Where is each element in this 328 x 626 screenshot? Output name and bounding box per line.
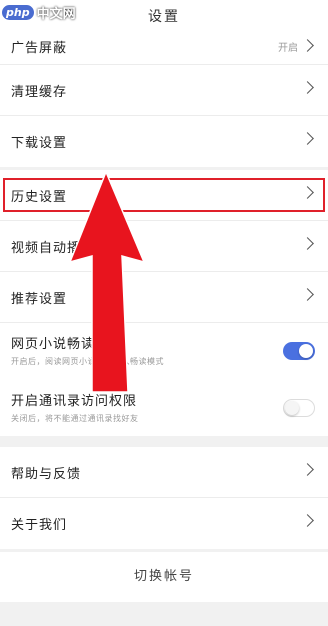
arrow-annotation <box>68 170 146 393</box>
up-arrow-icon <box>68 170 146 393</box>
